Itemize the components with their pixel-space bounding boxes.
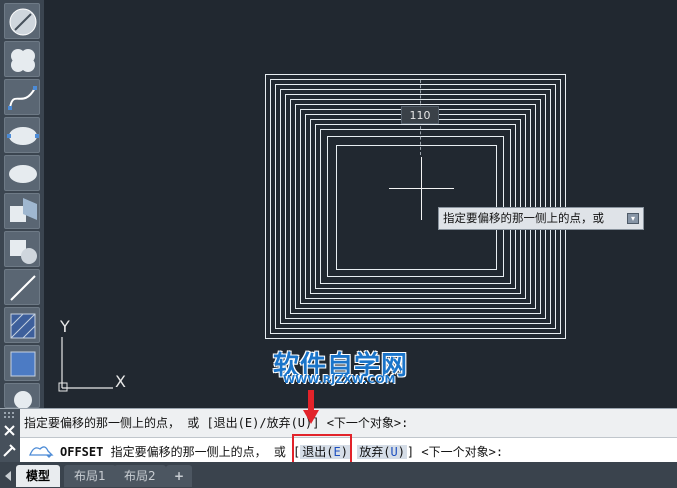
- gradient-button[interactable]: [4, 345, 40, 381]
- cloud-icon: [11, 49, 35, 72]
- tooltip-text: 指定要偏移的那一侧上的点，或: [443, 211, 604, 225]
- spline-button[interactable]: [4, 79, 40, 115]
- watermark-url: WWW.RJZXW.COM: [283, 373, 396, 386]
- command-line-controls: [3, 412, 16, 457]
- command-name: OFFSET: [60, 445, 104, 459]
- command-prompt-icon: [29, 446, 54, 458]
- dynamic-input-tooltip: 指定要偏移的那一侧上的点，或 ▾: [438, 207, 644, 230]
- spline-icon: [8, 86, 37, 110]
- line-icon: [9, 8, 37, 36]
- layout-tab-bar: 模型 布局1 布局2 +: [0, 462, 677, 488]
- tooltip-options-icon[interactable]: ▾: [627, 213, 639, 224]
- draw-toolbar: [0, 0, 45, 409]
- dynamic-dimension-input[interactable]: 110: [401, 106, 439, 124]
- command-prompt: 指定要偏移的那一侧上的点， 或 [: [110, 445, 301, 459]
- gradient-icon: [10, 351, 36, 377]
- ucs-x-label: X: [115, 372, 126, 391]
- tab-layout1[interactable]: 布局1: [64, 465, 116, 487]
- hatch-icon: [10, 313, 36, 339]
- ellipse-arc-button[interactable]: [4, 155, 40, 191]
- tab-model[interactable]: 模型: [16, 465, 61, 487]
- crosshair-vertical: [421, 157, 422, 220]
- command-suffix: ] <下一个对象>:: [406, 445, 504, 459]
- make-block-icon: [10, 240, 37, 264]
- ellipse-button[interactable]: [4, 117, 40, 153]
- xline-icon: [10, 275, 36, 301]
- make-block-button[interactable]: [4, 231, 40, 267]
- add-layout-button[interactable]: +: [166, 465, 193, 487]
- command-line-handle[interactable]: [0, 409, 20, 463]
- option-undo[interactable]: 放弃(U): [357, 445, 407, 459]
- close-icon: [4, 425, 15, 436]
- insert-block-icon: [10, 198, 37, 222]
- tab-layout2[interactable]: 布局2: [114, 465, 166, 487]
- command-history-line: 指定要偏移的那一侧上的点， 或 [退出(E)/放弃(U)] <下一个对象>:: [24, 416, 409, 430]
- nav-arrows-icon[interactable]: [3, 470, 17, 482]
- arrow-down-icon: [303, 390, 319, 424]
- hatch-button[interactable]: [4, 307, 40, 343]
- wrench-icon: [3, 444, 16, 457]
- ucs-y-label: Y: [60, 317, 70, 336]
- line-tool-button[interactable]: [4, 3, 40, 39]
- xline-button[interactable]: [4, 269, 40, 305]
- ellipse-icon: [7, 127, 39, 145]
- command-current-text: OFFSET 指定要偏移的那一侧上的点， 或 [退出(E) 放弃(U)] <下一…: [60, 443, 503, 460]
- revision-cloud-button[interactable]: [4, 41, 40, 77]
- insert-block-button[interactable]: [4, 193, 40, 229]
- region-button[interactable]: [4, 383, 40, 409]
- ellipse-arc-icon: [9, 165, 37, 183]
- region-icon: [14, 391, 32, 409]
